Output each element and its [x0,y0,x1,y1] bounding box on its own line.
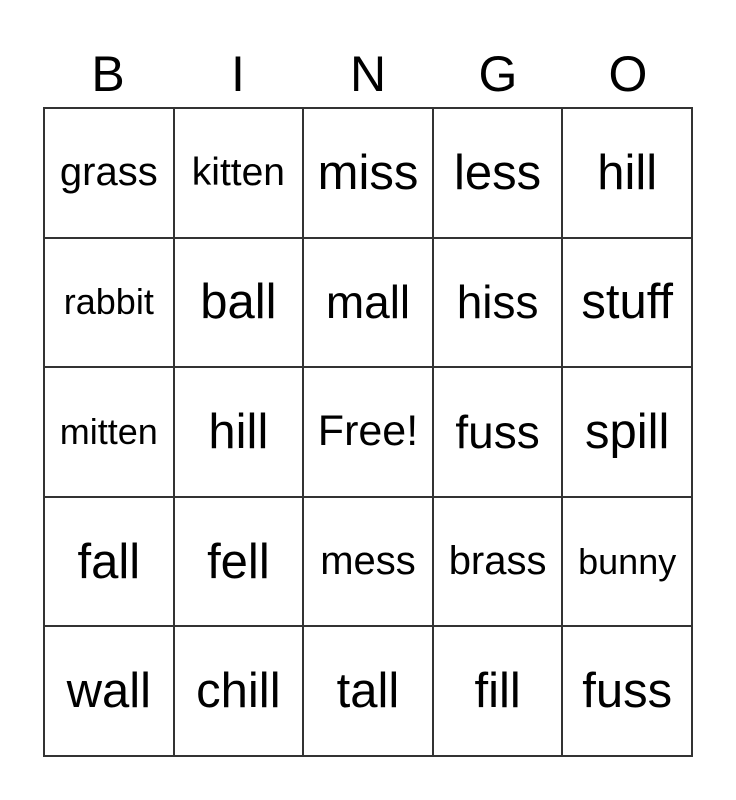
header-letter-b: B [91,46,125,102]
bingo-cell[interactable]: fill [432,626,563,756]
bingo-cell[interactable]: bunny [562,496,692,627]
bingo-cell[interactable]: hiss [432,237,563,368]
bingo-cell[interactable]: fuss [562,626,692,756]
bingo-cell[interactable]: hill [173,367,304,497]
free-space-cell[interactable]: Free! [303,367,433,497]
bingo-cell[interactable]: fall [44,496,174,627]
bingo-cell[interactable]: tall [303,626,433,756]
bingo-cell[interactable]: mitten [44,367,174,497]
bingo-cell[interactable]: fuss [432,367,563,497]
bingo-cell[interactable]: grass [44,108,174,238]
bingo-cell[interactable]: fell [173,496,304,627]
bingo-cell[interactable]: kitten [173,108,304,238]
bingo-cell[interactable]: rabbit [44,237,174,368]
header-letter-i: I [231,46,245,102]
header-letter-n: N [349,46,387,102]
bingo-cell[interactable]: brass [432,496,563,627]
bingo-cell[interactable]: spill [562,367,692,497]
bingo-cell[interactable]: mess [303,496,433,627]
header-letter-o: O [608,46,648,102]
bingo-cell[interactable]: mall [303,237,433,368]
bingo-card-grid: grass kitten miss less hill rabbit ball … [43,107,693,757]
header-letter-g: G [478,46,518,102]
bingo-cell[interactable]: less [432,108,563,238]
bingo-header: B I N G O [43,44,693,104]
bingo-cell[interactable]: chill [173,626,304,756]
bingo-cell[interactable]: hill [562,108,692,238]
bingo-cell[interactable]: stuff [562,237,692,368]
bingo-cell[interactable]: ball [173,237,304,368]
bingo-cell[interactable]: miss [303,108,433,238]
bingo-cell[interactable]: wall [44,626,174,756]
